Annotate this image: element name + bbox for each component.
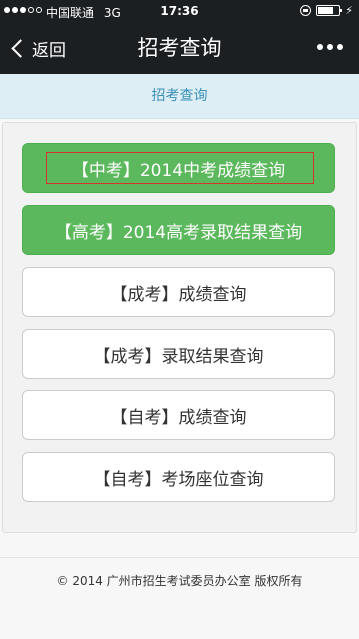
charging-icon: ⚡ bbox=[345, 4, 353, 17]
status-indicators: ⚡ bbox=[300, 4, 353, 17]
battery-icon bbox=[316, 5, 343, 16]
chengkao-score-button[interactable]: 【成考】成绩查询 bbox=[22, 267, 335, 317]
status-bar: 中国联通 3G 17:36 ⚡ bbox=[0, 0, 359, 22]
more-dots-icon[interactable] bbox=[317, 44, 343, 50]
chengkao-admission-button[interactable]: 【成考】录取结果查询 bbox=[22, 329, 335, 379]
back-label: 返回 bbox=[32, 40, 66, 61]
zikao-seat-button[interactable]: 【自考】考场座位查询 bbox=[22, 452, 335, 502]
page: 中国联通 3G 17:36 ⚡ 招考查询 返回 招考查询 【中考】2014中考成… bbox=[0, 0, 359, 639]
back-chevron-icon bbox=[11, 38, 30, 58]
lock-rotation-icon bbox=[300, 5, 312, 16]
gaokao-admission-button[interactable]: 【高考】2014高考录取结果查询 bbox=[22, 205, 335, 255]
highlight-outline bbox=[46, 152, 314, 184]
back-button[interactable]: 返回 bbox=[10, 22, 66, 74]
nav-bar: 招考查询 返回 bbox=[0, 22, 359, 74]
zikao-score-button[interactable]: 【自考】成绩查询 bbox=[22, 390, 335, 440]
section-subtitle: 招考查询 bbox=[0, 74, 359, 119]
footer-copyright: © 2014 广州市招生考试委员办公室 版权所有 bbox=[0, 557, 359, 589]
